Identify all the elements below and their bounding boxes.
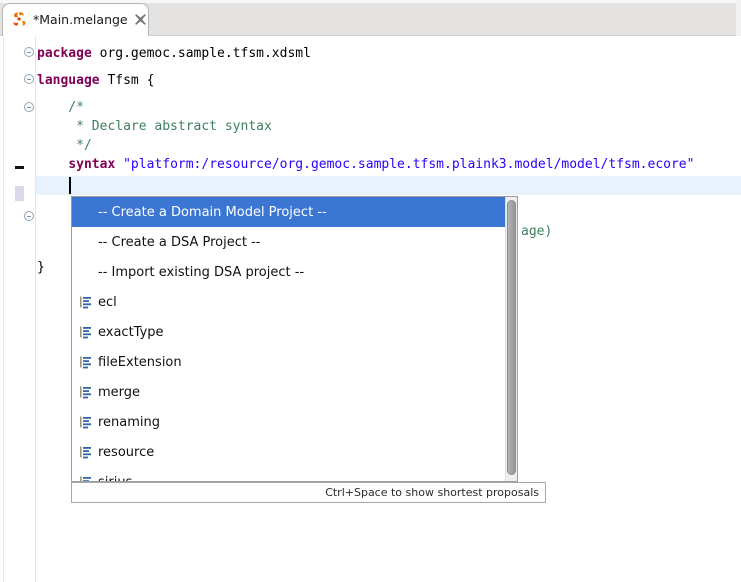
keyword-proposal-icon xyxy=(77,474,93,481)
tab-bar-right-edge xyxy=(736,0,741,36)
proposal-label: renaming xyxy=(98,415,160,430)
code-segment-comment: */ xyxy=(37,138,92,153)
occluded-code-fragment: age) xyxy=(521,224,552,239)
proposal-item[interactable]: ecl xyxy=(72,287,505,317)
proposal-item[interactable]: -- Import existing DSA project -- xyxy=(72,257,505,287)
proposal-label: resource xyxy=(98,445,154,460)
code-segment-keyword: language xyxy=(37,73,100,88)
keyword-proposal-icon xyxy=(77,444,93,460)
proposal-label: merge xyxy=(98,385,140,400)
proposal-item[interactable]: -- Create a Domain Model Project -- xyxy=(72,197,505,227)
content-assist-status-bar: Ctrl+Space to show shortest proposals xyxy=(71,482,546,503)
status-bar-text: Ctrl+Space to show shortest proposals xyxy=(325,486,539,499)
code-line: package org.gemoc.sample.tfsm.xdsml xyxy=(37,46,311,61)
editor-tab-bar: *Main.melange xyxy=(0,0,741,36)
close-icon[interactable] xyxy=(134,13,147,26)
keyword-proposal-icon xyxy=(77,324,93,340)
code-line: * Declare abstract syntax xyxy=(37,119,272,134)
code-segment-plain xyxy=(37,157,68,172)
proposal-scrollbar[interactable] xyxy=(505,197,517,481)
proposal-label: -- Create a Domain Model Project -- xyxy=(77,205,327,220)
keyword-proposal-icon xyxy=(77,354,93,370)
keyword-proposal-icon xyxy=(77,414,93,430)
tab-title: *Main.melange xyxy=(33,12,128,27)
content-assist-popup: -- Create a Domain Model Project -- -- Cr… xyxy=(71,196,518,482)
code-segment-comment: /* xyxy=(37,100,84,115)
code-segment-plain xyxy=(115,157,123,172)
proposal-item[interactable]: renaming xyxy=(72,407,505,437)
code-segment-string: "platform:/resource/org.gemoc.sample.tfs… xyxy=(123,157,694,172)
code-segment-keyword: package xyxy=(37,46,92,61)
proposal-item[interactable]: merge xyxy=(72,377,505,407)
tab-main-melange[interactable]: *Main.melange xyxy=(2,3,149,36)
proposal-scrollbar-thumb[interactable] xyxy=(507,200,516,475)
code-line: */ xyxy=(37,138,92,153)
proposal-label: exactType xyxy=(98,325,164,340)
proposal-label: -- Import existing DSA project -- xyxy=(77,265,304,280)
code-segment-keyword: syntax xyxy=(68,157,115,172)
code-line: syntax "platform:/resource/org.gemoc.sam… xyxy=(37,157,694,172)
proposal-item[interactable]: fileExtension xyxy=(72,347,505,377)
proposal-list[interactable]: -- Create a Domain Model Project -- -- Cr… xyxy=(72,197,505,481)
eclipse-editor-window: *Main.melange package org.gemoc.sample.t… xyxy=(0,0,741,582)
code-line: /* xyxy=(37,100,84,115)
closing-brace: } xyxy=(37,260,45,275)
proposal-label: fileExtension xyxy=(98,355,182,370)
proposal-item[interactable]: exactType xyxy=(72,317,505,347)
melange-file-icon xyxy=(11,11,27,27)
proposal-label: -- Create a DSA Project -- xyxy=(77,235,260,250)
proposal-item[interactable]: -- Create a DSA Project -- xyxy=(72,227,505,257)
keyword-proposal-icon xyxy=(77,384,93,400)
keyword-proposal-icon xyxy=(77,294,93,310)
code-segment-plain: org.gemoc.sample.tfsm.xdsml xyxy=(92,46,311,61)
proposal-item[interactable]: resource xyxy=(72,437,505,467)
proposal-label: ecl xyxy=(98,295,117,310)
code-line: language Tfsm { xyxy=(37,73,154,88)
proposal-item[interactable]: sirius xyxy=(72,467,505,481)
proposal-label: sirius xyxy=(98,475,132,482)
code-segment-comment: * Declare abstract syntax xyxy=(37,119,272,134)
code-segment-plain: Tfsm { xyxy=(100,73,155,88)
